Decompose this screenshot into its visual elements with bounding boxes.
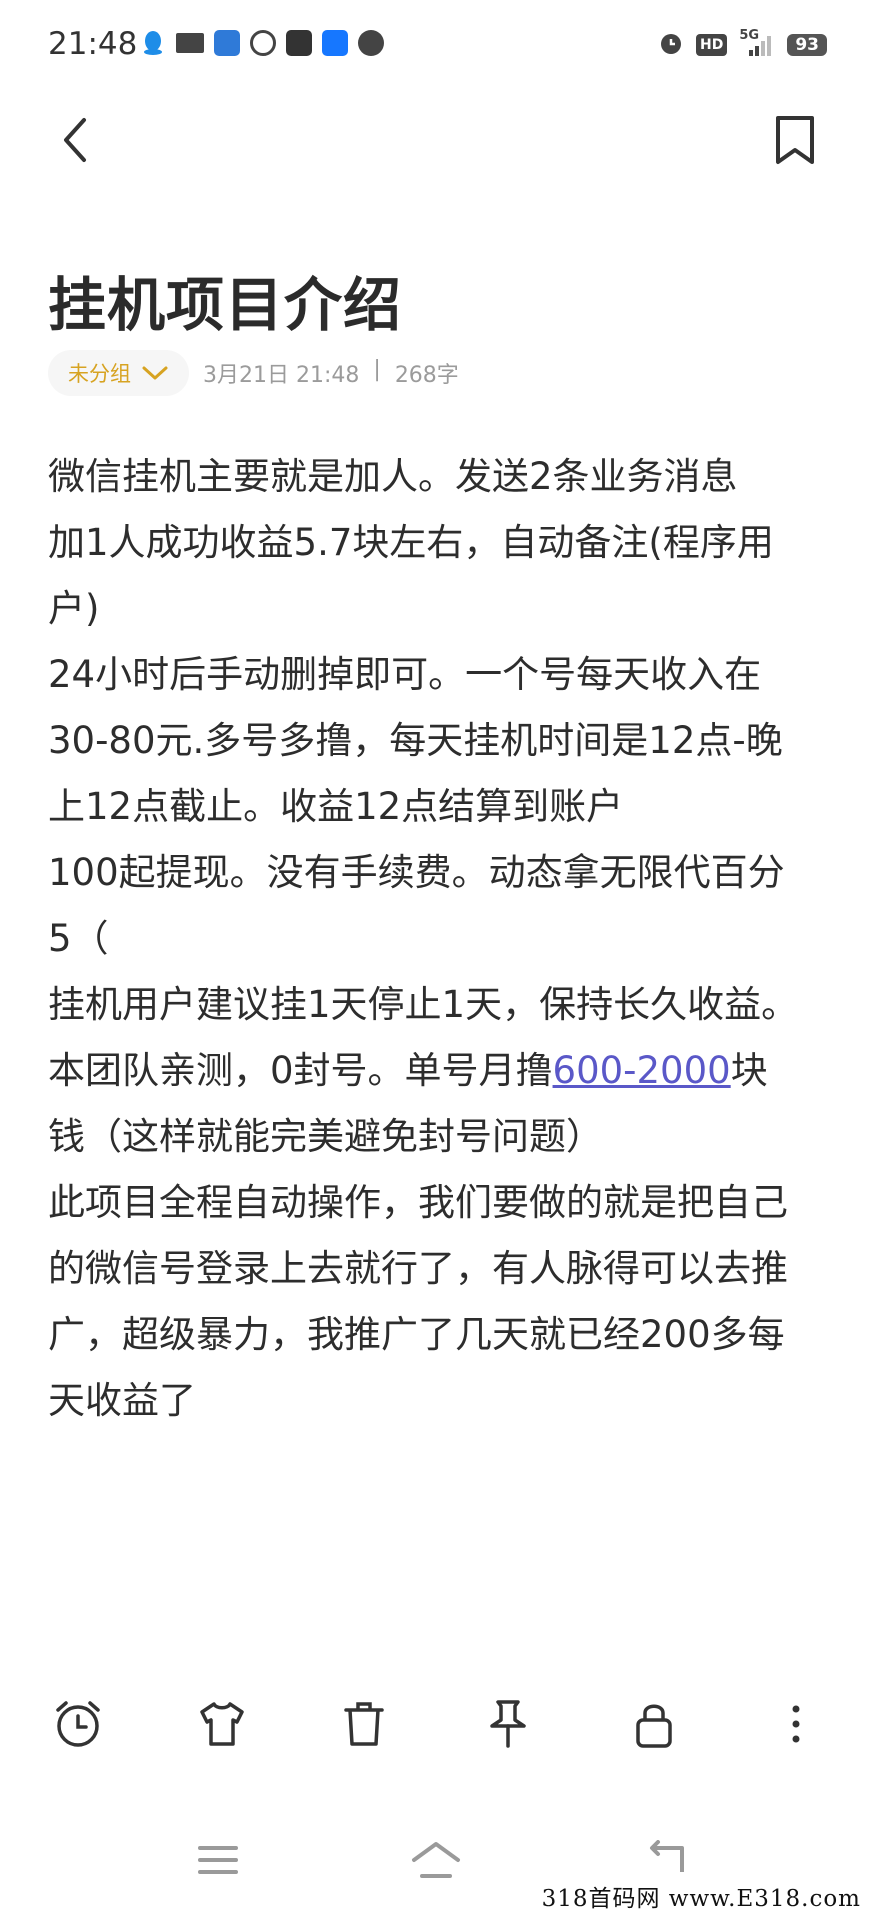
body-line: 微信挂机主要就是加人。发送2条业务消息 — [48, 455, 738, 498]
home-button[interactable] — [406, 1835, 466, 1885]
body-line: 的微信号登录上去就行了，有人脉得可以去推 — [48, 1247, 788, 1290]
meta-text: 3月21日 21:48 | 268字 — [203, 357, 459, 389]
body-line: 此项目全程自动操作，我们要做的就是把自己 — [48, 1181, 788, 1224]
menu-icon — [198, 1846, 238, 1874]
body-line: 24小时后手动删掉即可。一个号每天收入在 — [48, 653, 762, 696]
body-line: 户) — [48, 587, 100, 630]
tshirt-icon — [200, 1702, 244, 1746]
meta-separator: | — [373, 357, 381, 382]
body-line: 挂机用户建议挂1天停止1天，保持长久收益。 — [48, 983, 799, 1026]
pin-icon — [490, 1700, 526, 1748]
body-line: 100起提现。没有手续费。动态拿无限代百分 — [48, 851, 785, 894]
skin-button[interactable] — [192, 1694, 252, 1754]
battery-indicator: 93 — [787, 34, 827, 56]
alarm-clock-icon — [56, 1701, 100, 1747]
body-line-with-link: 本团队亲测，0封号。单号月撸600-2000块 — [48, 1038, 838, 1104]
chevron-left-icon — [64, 118, 86, 162]
lock-icon — [636, 1704, 672, 1748]
watermark: 318首码网 www.E318.com — [529, 1872, 873, 1920]
notification-icons — [140, 30, 384, 56]
delete-button[interactable] — [334, 1694, 394, 1754]
body-line: 广，超级暴力，我推广了几天就已经200多每 — [48, 1313, 785, 1356]
mail-icon — [286, 30, 312, 56]
5g-signal-icon: 5G — [739, 28, 775, 58]
status-time: 21:48 — [48, 26, 138, 62]
home-icon — [412, 1842, 460, 1878]
alipay-icon — [322, 30, 348, 56]
more-icon — [792, 1705, 800, 1743]
amount-link[interactable]: 600-2000 — [553, 1049, 731, 1092]
compass-icon — [358, 30, 384, 56]
body-line: 上12点截止。收益12点结算到账户 — [48, 785, 624, 828]
back-button[interactable] — [52, 112, 102, 168]
body-line: 天收益了 — [48, 1379, 196, 1422]
body-line: 30-80元.多号多撸，每天挂机时间是12点-晚 — [48, 719, 783, 762]
bookmark-icon — [776, 116, 814, 164]
note-title[interactable]: 挂机项目介绍 — [48, 258, 402, 342]
trash-icon — [344, 1702, 384, 1746]
body-line: 5（ — [48, 917, 109, 960]
bookmark-button[interactable] — [770, 112, 820, 168]
qq-icon — [140, 30, 166, 56]
signal-app-icon — [214, 30, 240, 56]
hd-icon: HD — [695, 34, 728, 56]
status-right: HD 5G 93 — [658, 28, 827, 60]
face-icon — [250, 30, 276, 56]
note-date: 3月21日 21:48 — [203, 363, 360, 388]
note-body[interactable]: 微信挂机主要就是加人。发送2条业务消息 加1人成功收益5.7块左右，自动备注(程… — [48, 444, 838, 1434]
bottom-toolbar — [0, 1668, 873, 1780]
group-label: 未分组 — [68, 362, 131, 386]
body-line: 加1人成功收益5.7块左右，自动备注(程序用 — [48, 521, 774, 564]
alarm-icon — [658, 30, 684, 60]
word-count: 268字 — [394, 363, 459, 388]
toutiao-icon — [176, 33, 204, 53]
body-line: 钱（这样就能完美避免封号问题） — [48, 1115, 603, 1158]
pin-button[interactable] — [478, 1694, 538, 1754]
more-button[interactable] — [766, 1694, 826, 1754]
link-line-before: 本团队亲测，0封号。单号月撸 — [48, 1049, 553, 1092]
group-selector[interactable]: 未分组 — [48, 350, 189, 396]
status-bar: 21:48 HD 5G 93 — [0, 0, 873, 92]
note-meta: 未分组 3月21日 21:48 | 268字 — [48, 350, 459, 396]
lock-button[interactable] — [624, 1694, 684, 1754]
link-line-after: 块 — [730, 1049, 768, 1092]
chevron-down-icon — [142, 366, 168, 380]
reminder-button[interactable] — [48, 1694, 108, 1754]
recents-button[interactable] — [188, 1835, 248, 1885]
